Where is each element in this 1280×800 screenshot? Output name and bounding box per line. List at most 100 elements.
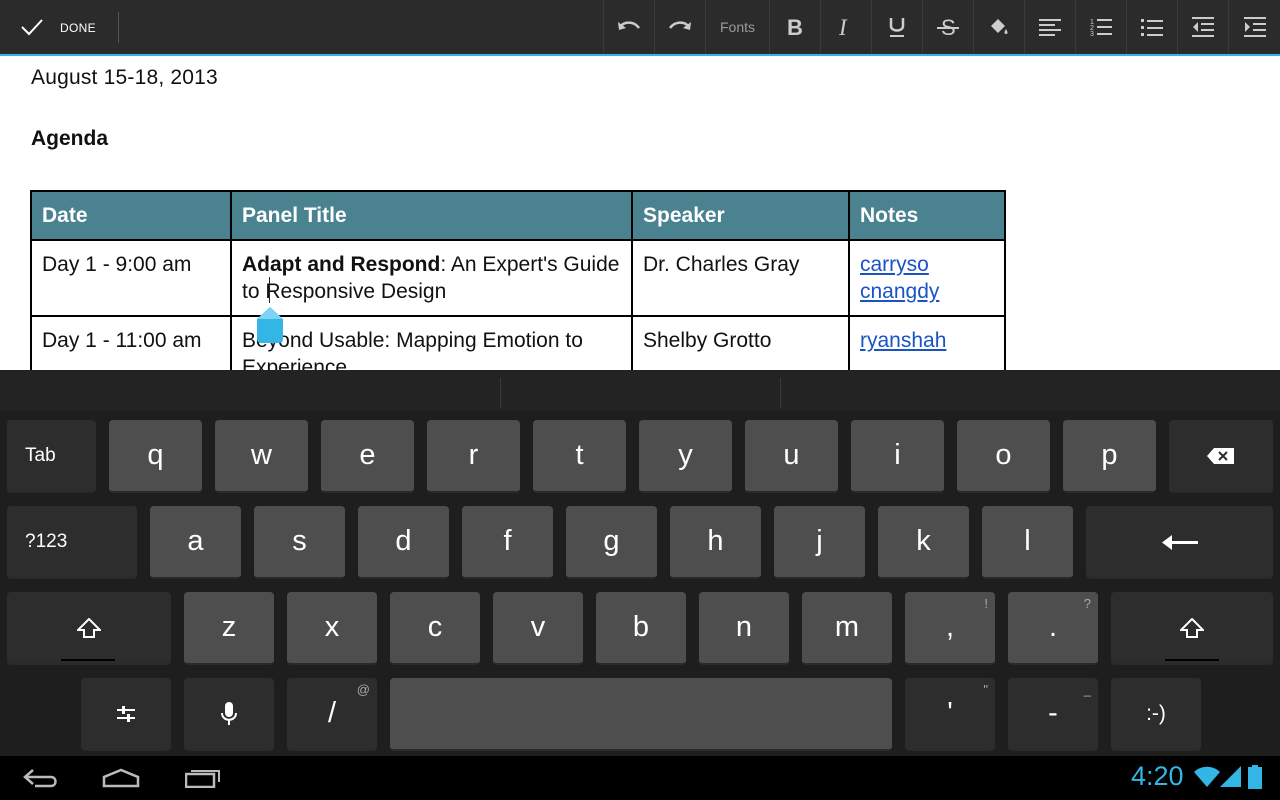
checkmark-icon <box>21 19 43 36</box>
notes-link[interactable]: carryso <box>860 251 994 278</box>
notes-link[interactable]: ryanshah <box>860 327 994 354</box>
suggestion-divider <box>780 378 781 408</box>
wifi-icon <box>1194 766 1220 787</box>
shift-key-left[interactable] <box>7 592 171 665</box>
fonts-label: Fonts <box>719 19 755 35</box>
key-tab[interactable]: Tab <box>7 420 96 493</box>
bold-button[interactable]: B <box>769 0 820 54</box>
voice-input-key[interactable] <box>184 678 274 751</box>
enter-icon <box>1161 534 1198 550</box>
key-s[interactable]: s <box>254 506 345 579</box>
key-h[interactable]: h <box>670 506 761 579</box>
cursor-handle-icon[interactable] <box>257 307 283 343</box>
key-u[interactable]: u <box>745 420 838 493</box>
key-k[interactable]: k <box>878 506 969 579</box>
key-apostrophe-hint: " <box>983 682 988 697</box>
decrease-indent-button[interactable] <box>1177 0 1228 54</box>
shift-underline <box>61 659 115 661</box>
shift-icon <box>1180 617 1204 638</box>
spacebar[interactable] <box>390 678 892 751</box>
italic-button[interactable]: I <box>820 0 871 54</box>
bulleted-list-button[interactable] <box>1126 0 1177 54</box>
increase-indent-button[interactable] <box>1228 0 1280 54</box>
fill-color-button[interactable] <box>973 0 1024 54</box>
key-q[interactable]: q <box>109 420 202 493</box>
key-l[interactable]: l <box>982 506 1073 579</box>
redo-icon <box>668 21 691 30</box>
key-comma[interactable]: , ! <box>905 592 995 665</box>
key-apostrophe[interactable]: ' " <box>905 678 995 751</box>
svg-text:B: B <box>787 17 803 37</box>
back-button[interactable] <box>20 762 62 794</box>
title-bold-text: Adapt and Respond <box>242 253 441 276</box>
key-dash[interactable]: - _ <box>1008 678 1098 751</box>
cell-panel-title[interactable]: Adapt and Respond: An Expert's Guide to … <box>230 239 633 317</box>
redo-button[interactable] <box>654 0 705 54</box>
cell-panel-title[interactable]: Beyond Usable: Mapping Emotion to Experi… <box>230 315 633 370</box>
soft-keyboard: Tab q w e r t y u i o p ?123 a s d f g h… <box>0 370 1280 756</box>
underline-icon <box>889 18 905 37</box>
cell-date[interactable]: Day 1 - 9:00 am <box>30 239 232 317</box>
column-header-speaker[interactable]: Speaker <box>631 190 850 241</box>
table-header-row: Date Panel Title Speaker Notes <box>30 190 1006 241</box>
notes-link[interactable]: cnangdy <box>860 278 994 305</box>
system-navigation-bar: 4:20 <box>0 756 1280 800</box>
column-header-date[interactable]: Date <box>30 190 232 241</box>
key-i[interactable]: i <box>851 420 944 493</box>
cell-notes: ryanshah <box>848 315 1006 370</box>
cell-notes: carryso cnangdy <box>848 239 1006 317</box>
signal-icon <box>1220 766 1241 787</box>
key-g[interactable]: g <box>566 506 657 579</box>
shift-underline <box>1165 659 1219 661</box>
key-slash[interactable]: / @ <box>287 678 377 751</box>
key-smiley[interactable]: :-) <box>1111 678 1201 751</box>
key-c[interactable]: c <box>390 592 480 665</box>
keyboard-settings-key[interactable] <box>81 678 171 751</box>
back-icon <box>23 769 57 788</box>
key-a[interactable]: a <box>150 506 241 579</box>
done-button[interactable]: DONE <box>0 0 118 54</box>
key-x[interactable]: x <box>287 592 377 665</box>
key-w[interactable]: w <box>215 420 308 493</box>
numbered-list-icon: 123 <box>1090 19 1112 37</box>
key-b[interactable]: b <box>596 592 686 665</box>
key-m[interactable]: m <box>802 592 892 665</box>
column-header-panel-title[interactable]: Panel Title <box>230 190 633 241</box>
key-d[interactable]: d <box>358 506 449 579</box>
key-o[interactable]: o <box>957 420 1050 493</box>
key-f[interactable]: f <box>462 506 553 579</box>
numbered-list-button[interactable]: 123 <box>1075 0 1126 54</box>
recent-apps-button[interactable] <box>182 762 224 794</box>
cell-date[interactable]: Day 1 - 11:00 am <box>30 315 232 370</box>
cell-speaker[interactable]: Shelby Grotto <box>631 315 850 370</box>
key-z[interactable]: z <box>184 592 274 665</box>
home-button[interactable] <box>100 762 142 794</box>
enter-key[interactable] <box>1086 506 1273 579</box>
microphone-icon <box>221 701 237 725</box>
column-header-notes[interactable]: Notes <box>848 190 1006 241</box>
key-j[interactable]: j <box>774 506 865 579</box>
suggestion-divider <box>500 378 501 408</box>
undo-button[interactable] <box>603 0 654 54</box>
strikethrough-button[interactable]: S <box>922 0 973 54</box>
shift-key-right[interactable] <box>1111 592 1273 665</box>
key-period[interactable]: . ? <box>1008 592 1098 665</box>
backspace-key[interactable] <box>1169 420 1273 493</box>
strikethrough-icon: S <box>937 16 959 38</box>
key-y[interactable]: y <box>639 420 732 493</box>
key-r[interactable]: r <box>427 420 520 493</box>
decrease-indent-icon <box>1192 17 1214 37</box>
key-v[interactable]: v <box>493 592 583 665</box>
key-symbols[interactable]: ?123 <box>7 506 137 579</box>
key-t[interactable]: t <box>533 420 626 493</box>
toolbar-divider <box>118 12 119 43</box>
key-e[interactable]: e <box>321 420 414 493</box>
key-p[interactable]: p <box>1063 420 1156 493</box>
undo-icon <box>618 21 641 30</box>
key-n[interactable]: n <box>699 592 789 665</box>
align-left-button[interactable] <box>1024 0 1075 54</box>
fonts-button[interactable]: Fonts <box>705 0 769 54</box>
underline-button[interactable] <box>871 0 922 54</box>
document-editor[interactable]: August 15-18, 2013 Agenda Date Panel Tit… <box>0 56 1280 370</box>
cell-speaker[interactable]: Dr. Charles Gray <box>631 239 850 317</box>
